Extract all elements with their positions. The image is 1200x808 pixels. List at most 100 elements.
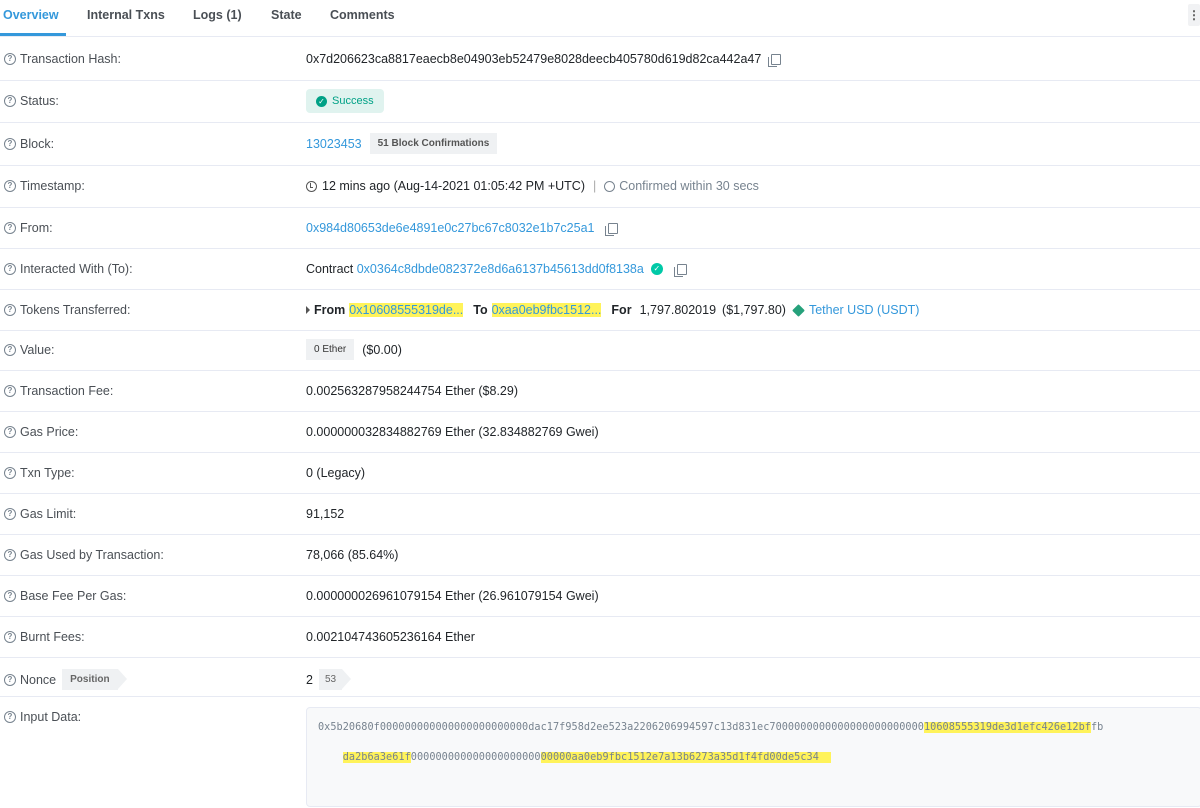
copy-icon[interactable] (673, 263, 687, 277)
tab-bar: Overview Internal Txns Logs (1) State Co… (0, 0, 1200, 37)
transaction-hash-value: 0x7d206623ca8817eaecb8e04903eb52479e8028… (306, 52, 762, 66)
help-icon[interactable]: ? (4, 304, 16, 316)
help-icon[interactable]: ? (4, 631, 16, 643)
row-gas-limit: ? Gas Limit: 91,152 (0, 494, 1200, 535)
token-from-address-link[interactable]: 0x10608555319de... (349, 303, 464, 317)
help-icon[interactable]: ? (4, 180, 16, 192)
row-burnt-fees: ? Burnt Fees: 0.002104743605236164 Ether (0, 617, 1200, 658)
clock-icon (306, 180, 317, 192)
help-icon[interactable]: ? (4, 385, 16, 397)
input-data-line-2: da2b6a3e61f00000000000000000000000000aa0… (318, 741, 832, 774)
tab-comments[interactable]: Comments (330, 8, 395, 22)
help-icon[interactable]: ? (4, 673, 16, 686)
row-block: ? Block: 13023453 51 Block Confirmations (0, 123, 1200, 166)
gas-used-value: 78,066 (85.64%) (306, 548, 399, 562)
help-icon[interactable]: ? (4, 508, 16, 520)
row-gas-used: ? Gas Used by Transaction: 78,066 (85.64%… (0, 535, 1200, 576)
timer-icon (604, 180, 616, 192)
row-from: ? From: 0x984d80653de6e4891e0c27bc67c8032… (0, 208, 1200, 249)
status-badge: ✓ Success (306, 89, 384, 113)
position-value-badge: 53 (318, 669, 352, 690)
help-icon[interactable]: ? (4, 344, 16, 356)
label-gas-used: Gas Used by Transaction: (20, 548, 164, 562)
help-icon[interactable]: ? (4, 549, 16, 561)
token-name-link[interactable]: Tether USD (USDT) (809, 303, 919, 317)
label-tokens-transferred: Tokens Transferred: (20, 303, 131, 317)
row-gas-price: ? Gas Price: 0.000000032834882769 Ether (… (0, 412, 1200, 453)
help-icon[interactable]: ? (4, 138, 16, 150)
position-label-badge: Position (62, 669, 128, 690)
label-gas-price: Gas Price: (20, 425, 79, 439)
base-fee-value: 0.000000026961079154 Ether (26.961079154… (306, 589, 599, 603)
row-transaction-fee: ? Transaction Fee: 0.002563287958244754 E… (0, 371, 1200, 412)
label-timestamp: Timestamp: (20, 179, 85, 193)
contract-address-link[interactable]: 0x0364c8dbde082372e8d6a6137b45613dd0f813… (357, 262, 644, 276)
label-from: From: (20, 221, 53, 235)
token-for-label: For (611, 303, 632, 317)
token-to-address-link[interactable]: 0xaa0eb9fbc1512... (491, 303, 602, 317)
row-base-fee: ? Base Fee Per Gas: 0.000000026961079154 … (0, 576, 1200, 617)
token-amount: 1,797.802019 (639, 303, 717, 317)
tab-overview[interactable]: Overview (3, 8, 59, 22)
status-text: Success (332, 95, 374, 107)
nonce-value: 2 (306, 672, 313, 687)
tab-state[interactable]: State (271, 8, 302, 22)
help-icon[interactable]: ? (4, 53, 16, 65)
gas-limit-value: 91,152 (306, 507, 345, 521)
row-tokens-transferred: ? Tokens Transferred: From 0x10608555319d… (0, 290, 1200, 331)
row-txn-type: ? Txn Type: 0 (Legacy) (0, 453, 1200, 494)
txn-type-value: 0 (Legacy) (306, 466, 366, 480)
row-interacted-with: ? Interacted With (To): Contract 0x0364c8… (0, 249, 1200, 290)
label-input-data: Input Data: (20, 710, 82, 724)
value-usd: ($0.00) (362, 342, 402, 357)
row-nonce: ? Nonce Position 2 53 (0, 658, 1200, 697)
input-data-segment: 000000000000000000000 (410, 752, 541, 763)
copy-icon[interactable] (768, 53, 782, 67)
help-icon[interactable]: ? (4, 222, 16, 234)
transaction-fee-value: 0.002563287958244754 Ether ($8.29) (306, 384, 518, 398)
tab-logs[interactable]: Logs (1) (193, 8, 242, 22)
copy-icon[interactable] (605, 222, 619, 236)
tether-logo-icon (792, 303, 805, 317)
input-data-line-1: 0x5b20680f000000000000000000000000dac17f… (318, 722, 1103, 733)
help-icon[interactable]: ? (4, 263, 16, 275)
label-transaction-hash: Transaction Hash: (20, 52, 121, 66)
help-icon[interactable]: ? (4, 590, 16, 602)
timestamp-value: 12 mins ago (Aug-14-2021 01:05:42 PM +UT… (322, 179, 585, 193)
input-data-textarea[interactable]: 0x5b20680f000000000000000000000000dac17f… (306, 707, 1200, 807)
token-from-label: From (314, 303, 346, 317)
help-icon[interactable]: ? (4, 711, 16, 723)
help-icon[interactable]: ? (4, 467, 16, 479)
gas-price-value: 0.000000032834882769 Ether (32.834882769… (306, 425, 599, 439)
row-transaction-hash: ? Transaction Hash: 0x7d206623ca8817eaecb… (0, 37, 1200, 81)
more-options-icon[interactable]: ⋮ (1188, 4, 1200, 26)
help-icon[interactable]: ? (4, 426, 16, 438)
label-burnt-fees: Burnt Fees: (20, 630, 85, 644)
tab-internal-txns[interactable]: Internal Txns (87, 8, 165, 22)
input-data-highlight: da2b6a3e61f (342, 752, 411, 763)
token-to-label: To (473, 303, 488, 317)
label-value: Value: (20, 343, 55, 357)
input-data-highlight: 00000aa0eb9fbc1512e7a13b6273a35d1f4fd00d… (540, 752, 832, 763)
input-data-highlight: 10608555319de3d1efc426e12bf (923, 722, 1091, 733)
check-circle-icon: ✓ (316, 95, 327, 107)
row-status: ? Status: ✓ Success (0, 81, 1200, 123)
block-confirmations-badge: 51 Block Confirmations (369, 133, 498, 154)
label-transaction-fee: Transaction Fee: (20, 384, 114, 398)
help-icon[interactable]: ? (4, 95, 16, 107)
label-block: Block: (20, 137, 55, 151)
burnt-fees-value: 0.002104743605236164 Ether (306, 630, 475, 644)
row-value: ? Value: 0 Ether ($0.00) (0, 331, 1200, 371)
value-ether-badge: 0 Ether (306, 339, 355, 360)
confirmed-within-text: Confirmed within 30 secs (619, 179, 759, 193)
block-number-link[interactable]: 13023453 (306, 137, 362, 151)
active-tab-indicator (0, 33, 66, 36)
from-address-link[interactable]: 0x984d80653de6e4891e0c27bc67c8032e1b7c25… (306, 221, 594, 235)
label-interacted-with: Interacted With (To): (20, 262, 133, 276)
caret-right-icon (306, 306, 310, 314)
label-nonce: Nonce (20, 672, 57, 687)
input-data-segment: fb (1090, 722, 1104, 733)
contract-prefix: Contract (306, 262, 354, 276)
verified-check-icon: ✓ (650, 263, 663, 275)
label-txn-type: Txn Type: (20, 466, 75, 480)
